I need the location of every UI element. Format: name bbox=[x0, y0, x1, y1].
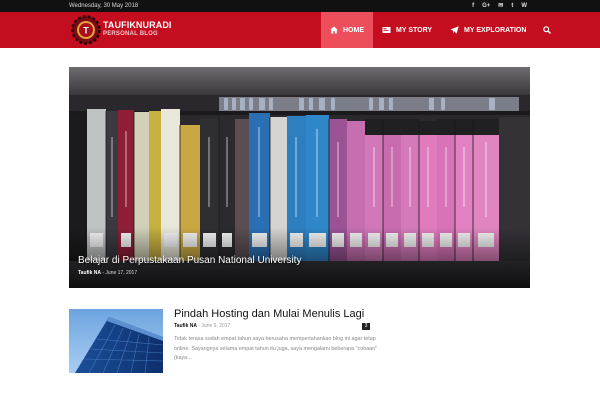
nav-home-label: HOME bbox=[343, 26, 364, 34]
post-meta: Taufik NA - June 9, 2017 bbox=[174, 323, 230, 329]
wordpress-icon[interactable]: W bbox=[521, 0, 527, 12]
featured-post-title[interactable]: Belajar di Perpustakaan Pusan National U… bbox=[78, 255, 301, 266]
post-title[interactable]: Pindah Hosting dan Mulai Menulis Lagi bbox=[174, 308, 364, 320]
current-date: Wednesday, 30 May 2018 bbox=[69, 3, 139, 9]
top-bar: Wednesday, 30 May 2018 f G+ ✉ t W bbox=[0, 0, 600, 12]
main-nav: HOME MY STORY MY EXPLORATION bbox=[321, 12, 559, 48]
featured-post-meta: Taufik NA - June 17, 2017 bbox=[78, 270, 137, 276]
post-excerpt: Tidak terasa sudah empat tahun saya beru… bbox=[174, 336, 378, 362]
home-icon bbox=[330, 26, 338, 34]
nav-my-exploration[interactable]: MY EXPLORATION bbox=[441, 12, 535, 48]
paper-plane-icon bbox=[450, 26, 459, 34]
site-tagline: PERSONAL BLOG bbox=[103, 31, 158, 37]
nav-my-story[interactable]: MY STORY bbox=[373, 12, 441, 48]
comment-count-badge[interactable]: 3 bbox=[362, 323, 370, 330]
nav-my-story-label: MY STORY bbox=[396, 26, 433, 34]
site-name: TAUFIKNURADI bbox=[103, 20, 172, 30]
featured-post-author[interactable]: Taufik NA bbox=[78, 270, 101, 276]
nav-my-exploration-label: MY EXPLORATION bbox=[464, 26, 527, 34]
search-icon bbox=[543, 26, 552, 34]
featured-post-date: June 17, 2017 bbox=[105, 270, 138, 276]
social-links: f G+ ✉ t W bbox=[472, 0, 527, 12]
site-logo[interactable]: T bbox=[71, 15, 101, 45]
site-header: T TAUFIKNURADI PERSONAL BLOG HOME MY STO… bbox=[0, 12, 600, 48]
post-thumbnail[interactable] bbox=[69, 309, 163, 373]
book-icon bbox=[382, 27, 391, 33]
svg-text:T: T bbox=[83, 26, 89, 36]
mail-icon[interactable]: ✉ bbox=[498, 0, 503, 12]
site-brand[interactable]: TAUFIKNURADI PERSONAL BLOG bbox=[103, 20, 172, 38]
search-button[interactable] bbox=[535, 12, 559, 48]
post-author[interactable]: Taufik NA bbox=[174, 323, 197, 329]
facebook-icon[interactable]: f bbox=[472, 0, 474, 12]
twitter-icon[interactable]: t bbox=[511, 0, 513, 12]
featured-post[interactable]: Belajar di Perpustakaan Pusan National U… bbox=[69, 67, 530, 288]
google-plus-icon[interactable]: G+ bbox=[482, 0, 490, 12]
post-date: June 9, 2017 bbox=[201, 323, 231, 329]
nav-home[interactable]: HOME bbox=[321, 12, 373, 48]
